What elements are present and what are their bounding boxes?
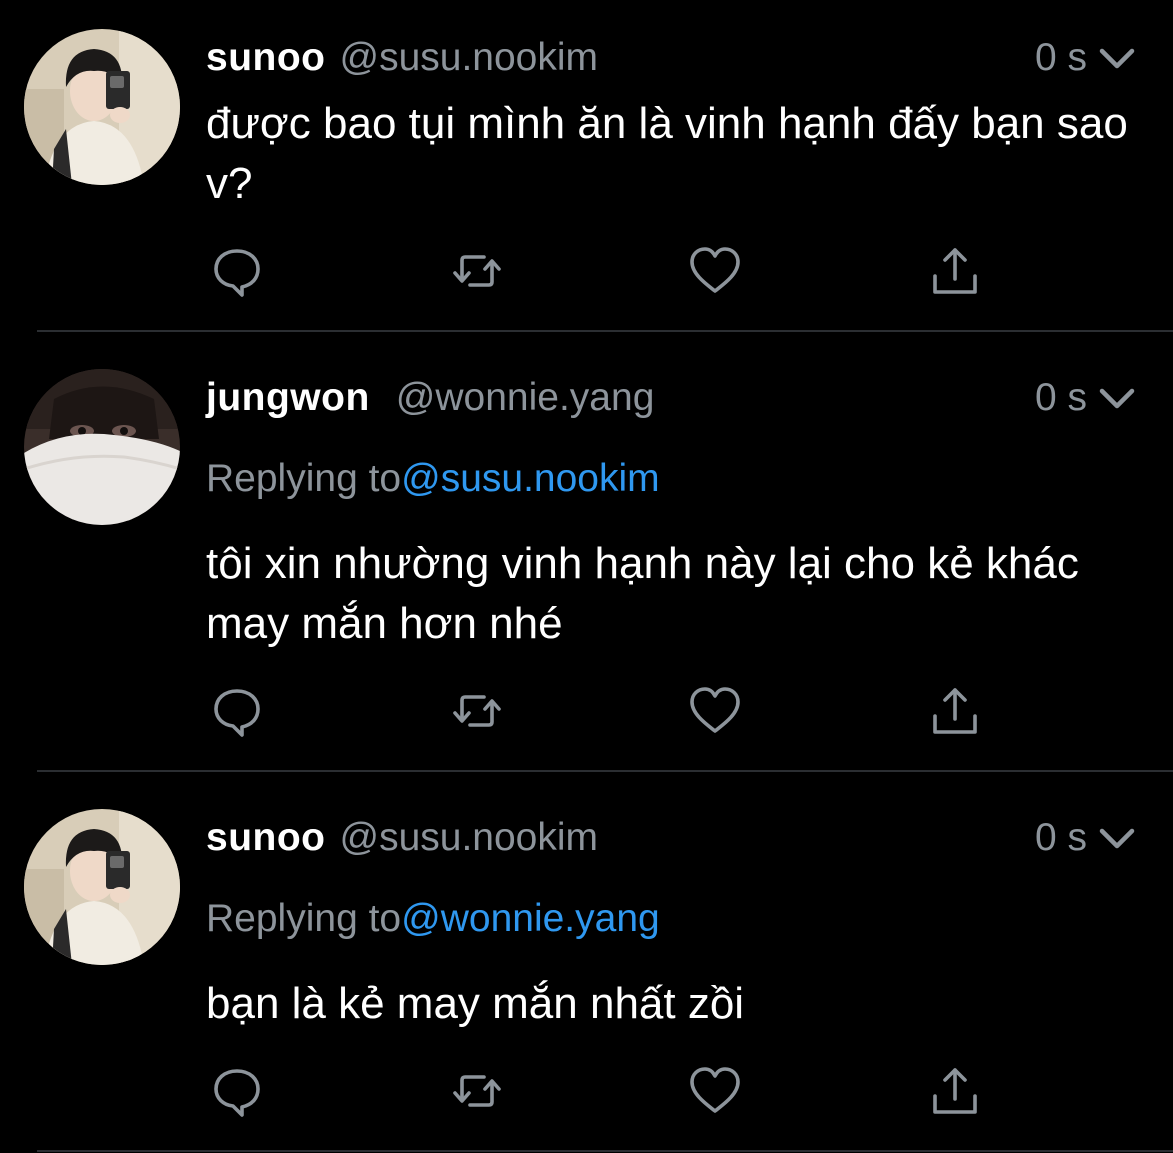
heart-icon xyxy=(686,242,744,300)
replying-to: Replying to@susu.nookim xyxy=(206,454,660,504)
replying-to-link[interactable]: @wonnie.yang xyxy=(401,897,660,940)
tweet-divider xyxy=(37,1150,1173,1152)
retweet-icon xyxy=(448,242,506,300)
avatar[interactable] xyxy=(24,369,180,525)
retweet-button[interactable] xyxy=(446,1061,508,1121)
user-handle[interactable]: @susu.nookim xyxy=(339,816,598,859)
tweet-divider xyxy=(37,330,1173,332)
replying-prefix: Replying to xyxy=(206,897,402,940)
share-button[interactable] xyxy=(924,681,986,741)
replying-to: Replying to@wonnie.yang xyxy=(206,894,660,944)
like-button[interactable] xyxy=(684,1061,746,1121)
tweet-header: sunoo @susu.nookim 0 s xyxy=(206,813,1137,863)
comment-bubble-icon xyxy=(208,242,266,300)
retweet-icon xyxy=(448,682,506,740)
chevron-down-icon[interactable] xyxy=(1097,378,1137,418)
action-bar xyxy=(206,1061,1006,1121)
display-name[interactable]: sunoo xyxy=(206,36,325,79)
retweet-button[interactable] xyxy=(446,241,508,301)
heart-icon xyxy=(686,1062,744,1120)
action-bar xyxy=(206,241,1006,301)
share-upload-icon xyxy=(926,242,984,300)
like-button[interactable] xyxy=(684,681,746,741)
reply-button[interactable] xyxy=(206,1061,268,1121)
share-upload-icon xyxy=(926,682,984,740)
display-name[interactable]: sunoo xyxy=(206,816,325,859)
display-name[interactable]: jungwon xyxy=(206,376,370,419)
timestamp: 0 s xyxy=(1034,816,1087,859)
avatar[interactable] xyxy=(24,29,180,185)
tweet-text: tôi xin nhường vinh hạnh này lại cho kẻ … xyxy=(206,539,1079,648)
tweet-text: bạn là kẻ may mắn nhất zồi xyxy=(206,979,745,1028)
retweet-icon xyxy=(448,1062,506,1120)
tweet-meta: 0 s xyxy=(1035,373,1137,423)
like-button[interactable] xyxy=(684,241,746,301)
share-upload-icon xyxy=(926,1062,984,1120)
user-handle[interactable]: @susu.nookim xyxy=(339,36,598,79)
user-handle[interactable]: @wonnie.yang xyxy=(396,376,655,419)
replying-to-link[interactable]: @susu.nookim xyxy=(401,457,660,500)
tweet-text: được bao tụi mình ăn là vinh hạnh đấy bạ… xyxy=(206,99,1128,208)
tweet-header: jungwon @wonnie.yang 0 s xyxy=(206,373,1137,423)
timestamp: 0 s xyxy=(1034,36,1087,79)
tweet-header: sunoo @susu.nookim 0 s xyxy=(206,33,1137,83)
comment-bubble-icon xyxy=(208,682,266,740)
reply-button[interactable] xyxy=(206,681,268,741)
share-button[interactable] xyxy=(924,1061,986,1121)
chevron-down-icon[interactable] xyxy=(1097,38,1137,78)
chevron-down-icon[interactable] xyxy=(1097,818,1137,858)
timestamp: 0 s xyxy=(1034,376,1087,419)
retweet-button[interactable] xyxy=(446,681,508,741)
tweet-divider xyxy=(37,770,1173,772)
avatar[interactable] xyxy=(24,809,180,965)
heart-icon xyxy=(686,682,744,740)
replying-prefix: Replying to xyxy=(206,457,402,500)
share-button[interactable] xyxy=(924,241,986,301)
comment-bubble-icon xyxy=(208,1062,266,1120)
reply-button[interactable] xyxy=(206,241,268,301)
action-bar xyxy=(206,681,1006,741)
tweet-meta: 0 s xyxy=(1035,33,1137,83)
tweet-meta: 0 s xyxy=(1035,813,1137,863)
